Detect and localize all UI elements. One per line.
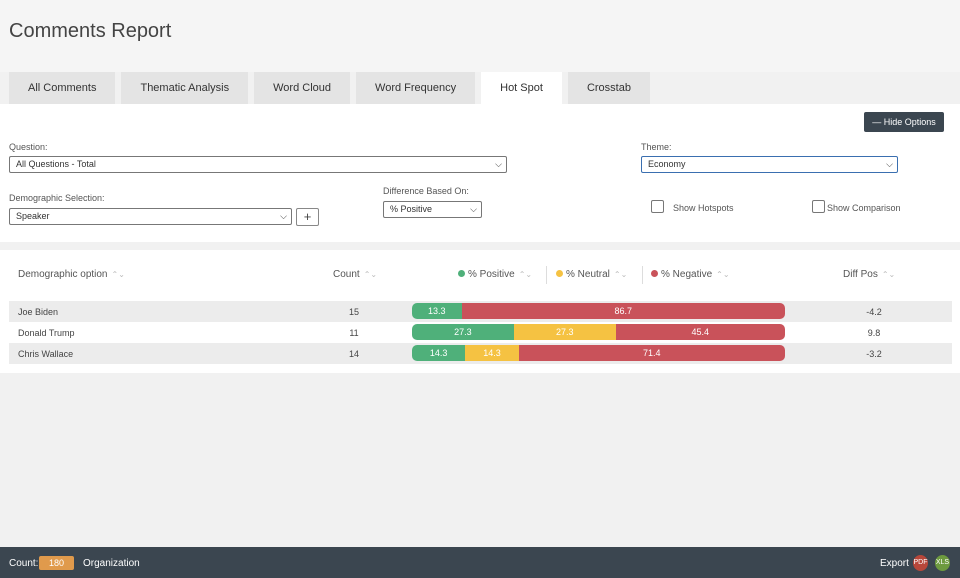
header-positive[interactable]: % Positive ⌃⌄ (458, 269, 532, 280)
sort-icon[interactable]: ⌃⌄ (519, 270, 532, 279)
difference-select[interactable]: % Positive ⌵ (383, 201, 482, 218)
negative-segment: 71.4 (518, 345, 785, 361)
demographic-name: Chris Wallace (18, 349, 74, 359)
header-count[interactable]: Count ⌃⌄ (333, 269, 377, 280)
add-demographic-button[interactable]: + (296, 208, 319, 226)
header-negative[interactable]: % Negative ⌃⌄ (651, 269, 730, 280)
xls-export-icon[interactable]: XLS (935, 555, 950, 571)
diff-pos-value: -4.2 (866, 307, 882, 317)
question-label: Question: (9, 142, 48, 152)
neutral-dot-icon (556, 270, 563, 277)
tab-crosstab[interactable]: Crosstab (567, 72, 650, 104)
chevron-down-icon: ⌵ (886, 159, 893, 169)
export-label: Export (880, 558, 909, 569)
sentiment-bar: 27.3 27.3 45.4 (412, 324, 785, 340)
demographic-name: Joe Biden (18, 307, 59, 317)
footer-bar: Count: 180 Organization Export PDF XLS (0, 547, 960, 578)
show-comparison-checkbox[interactable] (812, 200, 825, 213)
hide-options-button[interactable]: — Hide Options (864, 112, 944, 132)
negative-segment: 86.7 (461, 303, 785, 319)
divider (546, 266, 547, 284)
sort-icon[interactable]: ⌃⌄ (716, 270, 729, 279)
show-hotspots-label: Show Hotspots (673, 203, 734, 213)
plus-icon: + (303, 209, 312, 224)
theme-select[interactable]: Economy ⌵ (641, 156, 898, 173)
count-value: 14 (348, 349, 359, 359)
count-label: Count: (9, 558, 39, 569)
count-badge: 180 (39, 556, 74, 570)
negative-dot-icon (651, 270, 658, 277)
tab-word-frequency[interactable]: Word Frequency (356, 72, 476, 104)
sentiment-bar: 13.3 86.7 (412, 303, 785, 319)
sort-icon[interactable]: ⌃⌄ (614, 270, 627, 279)
positive-dot-icon (458, 270, 465, 277)
minus-icon: — (872, 117, 884, 127)
diff-pos-value: 9.8 (867, 328, 881, 338)
show-comparison-label: Show Comparison (827, 203, 901, 213)
neutral-segment: 27.3 (513, 324, 616, 340)
diff-pos-value: -3.2 (866, 349, 882, 359)
positive-segment: 13.3 (412, 303, 462, 319)
table-row[interactable]: Joe Biden 15 13.3 86.7 -4.2 (9, 301, 952, 322)
neutral-segment: 14.3 (465, 345, 519, 361)
demographic-name: Donald Trump (18, 328, 75, 338)
pdf-export-icon[interactable]: PDF (913, 555, 928, 571)
demographic-label: Demographic Selection: (9, 193, 105, 203)
hotspot-table: Demographic option ⌃⌄ Count ⌃⌄ % Positive ⌃… (0, 250, 960, 373)
sort-icon[interactable]: ⌃⌄ (364, 270, 377, 279)
difference-label: Difference Based On: (383, 186, 469, 196)
table-row[interactable]: Chris Wallace 14 14.3 14.3 71.4 -3.2 (9, 343, 952, 364)
divider (642, 266, 643, 284)
sentiment-bar: 14.3 14.3 71.4 (412, 345, 785, 361)
chevron-down-icon: ⌵ (280, 211, 287, 221)
negative-segment: 45.4 (615, 324, 785, 340)
count-value: 11 (349, 328, 359, 338)
positive-segment: 27.3 (412, 324, 514, 340)
header-demographic[interactable]: Demographic option ⌃⌄ (18, 269, 125, 280)
header-neutral[interactable]: % Neutral ⌃⌄ (556, 269, 627, 280)
page-title: Comments Report (9, 20, 172, 42)
tab-thematic-analysis[interactable]: Thematic Analysis (121, 72, 249, 104)
demographic-select[interactable]: Speaker ⌵ (9, 208, 292, 225)
tab-bar: All Comments Thematic Analysis Word Clou… (9, 72, 650, 104)
chevron-down-icon: ⌵ (495, 159, 502, 169)
chevron-down-icon: ⌵ (470, 204, 477, 214)
positive-segment: 14.3 (412, 345, 466, 361)
tab-all-comments[interactable]: All Comments (9, 72, 116, 104)
header-diff-pos[interactable]: Diff Pos ⌃⌄ (843, 269, 895, 280)
table-row[interactable]: Donald Trump 11 27.3 27.3 45.4 9.8 (9, 322, 952, 343)
organization-label: Organization (83, 558, 140, 569)
question-select[interactable]: All Questions - Total ⌵ (9, 156, 507, 173)
theme-label: Theme: (641, 142, 672, 152)
tab-hot-spot[interactable]: Hot Spot (481, 72, 562, 104)
sort-icon[interactable]: ⌃⌄ (882, 270, 895, 279)
header: Comments Report (0, 0, 960, 72)
show-hotspots-checkbox[interactable] (651, 200, 664, 213)
sort-icon[interactable]: ⌃⌄ (112, 270, 125, 279)
count-value: 15 (348, 307, 359, 317)
options-panel: — Hide Options Question: All Questions -… (0, 104, 960, 242)
tab-word-cloud[interactable]: Word Cloud (254, 72, 351, 104)
